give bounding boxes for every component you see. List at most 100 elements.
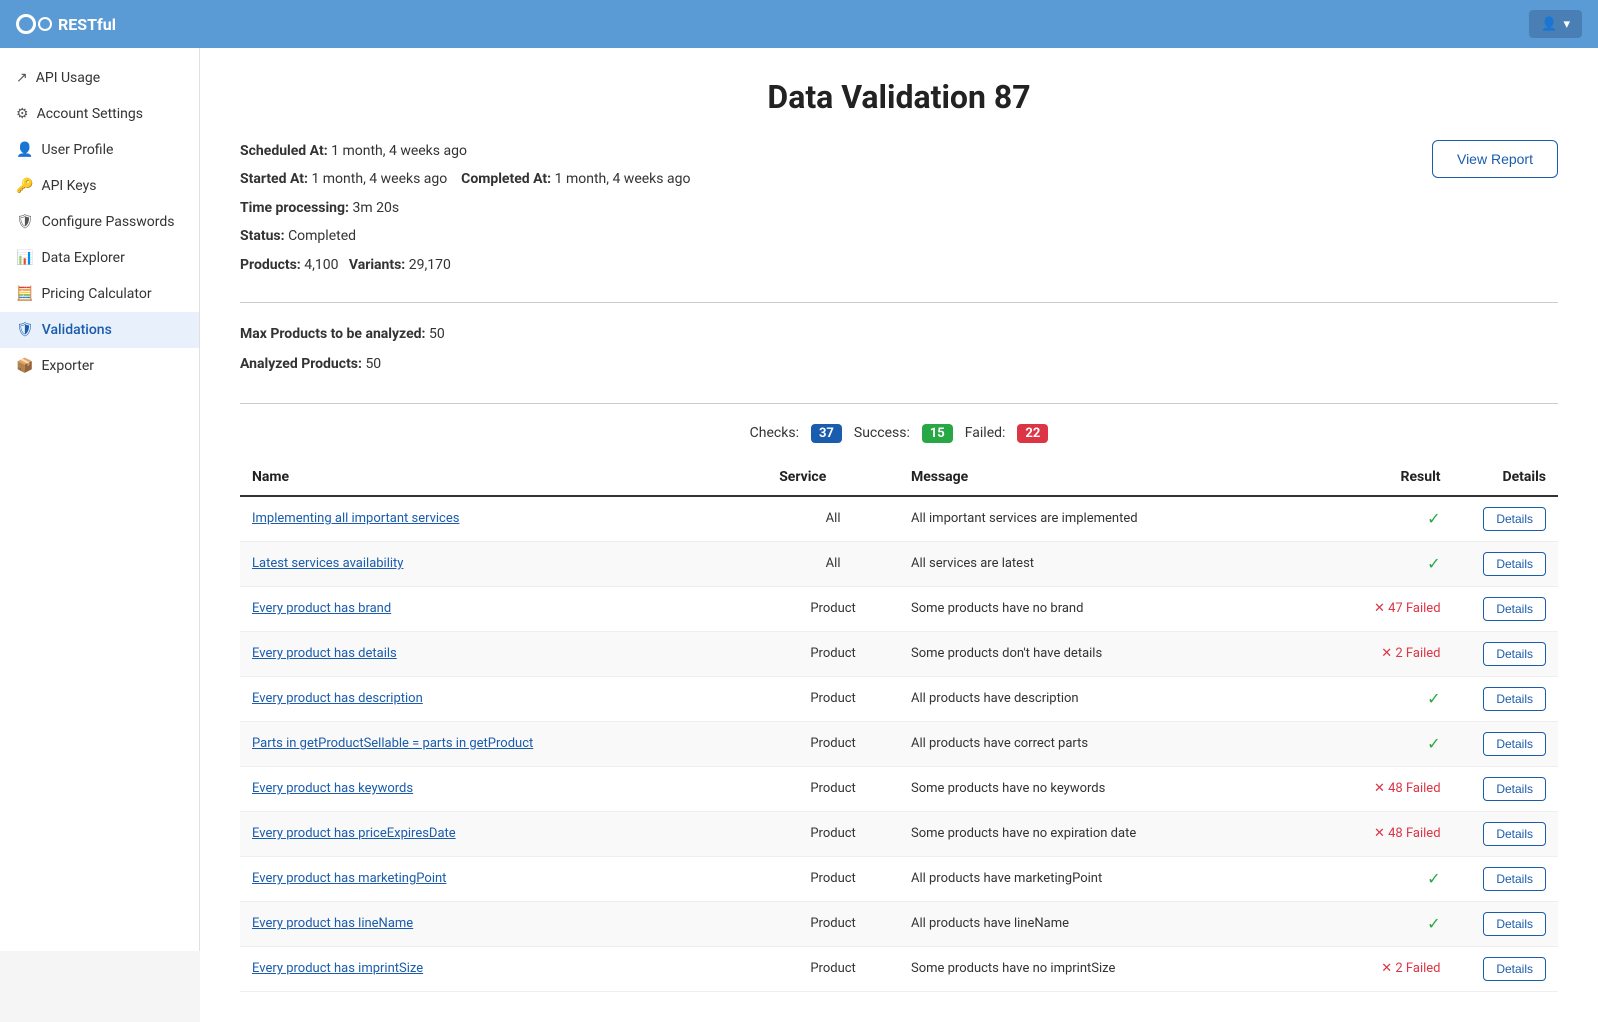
sidebar-item-exporter[interactable]: 📦 Exporter [0, 348, 199, 384]
completed-at-value: 1 month, 4 weeks ago [555, 171, 691, 187]
row-result: ✓ [1321, 496, 1453, 542]
user-button[interactable]: 👤 ▾ [1529, 10, 1582, 38]
col-header-name: Name [240, 459, 767, 496]
checks-label: Checks: [750, 425, 799, 441]
details-button[interactable]: Details [1483, 507, 1546, 531]
topbar: RESTful 👤 ▾ [0, 0, 1598, 48]
pricing-calculator-icon: 🧮 [16, 286, 33, 302]
row-name-link[interactable]: Every product has priceExpiresDate [252, 826, 456, 841]
details-button[interactable]: Details [1483, 642, 1546, 666]
table-row: Latest services availability AllAll servi… [240, 541, 1558, 586]
table-row: Every product has brand ProductSome produ… [240, 586, 1558, 631]
row-result: ✓ [1321, 541, 1453, 586]
sidebar-item-data-explorer[interactable]: 📊 Data Explorer [0, 240, 199, 276]
sidebar-label-api-usage: API Usage [36, 70, 100, 86]
completed-at-label: Completed At: [461, 171, 551, 187]
row-result: ✕ 48 Failed [1321, 766, 1453, 811]
row-message: Some products have no keywords [899, 766, 1321, 811]
row-name-link[interactable]: Every product has marketingPoint [252, 871, 446, 886]
row-service: All [767, 541, 899, 586]
configure-passwords-icon: 🛡 [16, 214, 34, 230]
row-name-link[interactable]: Every product has details [252, 646, 397, 661]
row-service: Product [767, 586, 899, 631]
logo-icon [16, 14, 52, 34]
row-service: Product [767, 676, 899, 721]
details-button[interactable]: Details [1483, 732, 1546, 756]
user-profile-icon: 👤 [16, 142, 33, 158]
row-name-link[interactable]: Every product has imprintSize [252, 961, 423, 976]
row-name-link[interactable]: Every product has lineName [252, 916, 413, 931]
account-settings-icon: ⚙ [16, 106, 29, 122]
main-content: Data Validation 87 Scheduled At: 1 month… [200, 48, 1598, 1022]
row-message: Some products have no brand [899, 586, 1321, 631]
page-title: Data Validation 87 [240, 78, 1558, 116]
sidebar-item-pricing-calculator[interactable]: 🧮 Pricing Calculator [0, 276, 199, 312]
row-result: ✕ 47 Failed [1321, 586, 1453, 631]
sidebar-item-account-settings[interactable]: ⚙ Account Settings [0, 96, 199, 132]
failed-badge: 22 [1017, 424, 1048, 443]
exporter-icon: 📦 [16, 358, 33, 374]
details-button[interactable]: Details [1483, 957, 1546, 981]
row-message: All services are latest [899, 541, 1321, 586]
table-row: Parts in getProductSellable = parts in g… [240, 721, 1558, 766]
row-service: Product [767, 631, 899, 676]
col-header-details: Details [1453, 459, 1558, 496]
meta-section: Scheduled At: 1 month, 4 weeks ago Start… [240, 140, 1558, 303]
table-row: Every product has imprintSizeProductSome… [240, 946, 1558, 991]
row-name-link[interactable]: Parts in getProductSellable = parts in g… [252, 736, 533, 751]
row-name-link[interactable]: Latest services availability [252, 556, 403, 571]
details-button[interactable]: Details [1483, 912, 1546, 936]
sidebar-item-user-profile[interactable]: 👤 User Profile [0, 132, 199, 168]
sidebar-item-validations[interactable]: 🛡 Validations [0, 312, 199, 348]
table-row: Every product has keywords ProductSome pr… [240, 766, 1558, 811]
table-row: Every product has priceExpiresDateProduc… [240, 811, 1558, 856]
col-header-service: Service [767, 459, 899, 496]
view-report-button[interactable]: View Report [1432, 140, 1558, 178]
api-usage-icon: ↗ [16, 70, 28, 86]
details-button[interactable]: Details [1483, 687, 1546, 711]
max-products-value: 50 [429, 326, 445, 342]
row-result: ✓ [1321, 856, 1453, 901]
details-button[interactable]: Details [1483, 552, 1546, 576]
status-row: Status: Completed [240, 225, 690, 247]
sidebar-label-data-explorer: Data Explorer [41, 250, 124, 266]
row-message: Some products have no expiration date [899, 811, 1321, 856]
row-name-link[interactable]: Every product has keywords [252, 781, 413, 796]
details-button[interactable]: Details [1483, 867, 1546, 891]
started-at-label: Started At: [240, 171, 308, 187]
success-label: Success: [854, 425, 910, 441]
validation-table: Name Service Message Result Details Impl… [240, 459, 1558, 992]
scheduled-at: Scheduled At: 1 month, 4 weeks ago [240, 140, 690, 162]
checks-badge: 37 [811, 424, 842, 443]
table-header-row: Name Service Message Result Details [240, 459, 1558, 496]
row-message: All products have description [899, 676, 1321, 721]
sidebar-label-user-profile: User Profile [41, 142, 113, 158]
failed-label: Failed: [965, 425, 1006, 441]
row-message: All products have marketingPoint [899, 856, 1321, 901]
row-name-link[interactable]: Every product has brand [252, 601, 391, 616]
row-service: Product [767, 766, 899, 811]
meta-info: Scheduled At: 1 month, 4 weeks ago Start… [240, 140, 690, 282]
sidebar-item-api-keys[interactable]: 🔑 API Keys [0, 168, 199, 204]
col-header-message: Message [899, 459, 1321, 496]
sidebar-item-configure-passwords[interactable]: 🛡 Configure Passwords [0, 204, 199, 240]
row-name-link[interactable]: Implementing all important services [252, 511, 459, 526]
row-message: All products have correct parts [899, 721, 1321, 766]
sidebar-label-account-settings: Account Settings [37, 106, 143, 122]
row-service: All [767, 496, 899, 542]
details-button[interactable]: Details [1483, 597, 1546, 621]
row-result: ✓ [1321, 676, 1453, 721]
sidebar-label-pricing-calculator: Pricing Calculator [41, 286, 151, 302]
app-layout: ↗ API Usage ⚙ Account Settings 👤 User Pr… [0, 48, 1598, 1022]
sidebar-item-api-usage[interactable]: ↗ API Usage [0, 60, 199, 96]
row-service: Product [767, 946, 899, 991]
row-result: ✕ 2 Failed [1321, 946, 1453, 991]
api-keys-icon: 🔑 [16, 178, 33, 194]
details-button[interactable]: Details [1483, 822, 1546, 846]
details-button[interactable]: Details [1483, 777, 1546, 801]
sidebar: ↗ API Usage ⚙ Account Settings 👤 User Pr… [0, 48, 200, 951]
started-at-value: 1 month, 4 weeks ago [311, 171, 447, 187]
user-dropdown-icon: ▾ [1563, 16, 1570, 32]
logo-circle-large [16, 14, 36, 34]
row-name-link[interactable]: Every product has description [252, 691, 423, 706]
